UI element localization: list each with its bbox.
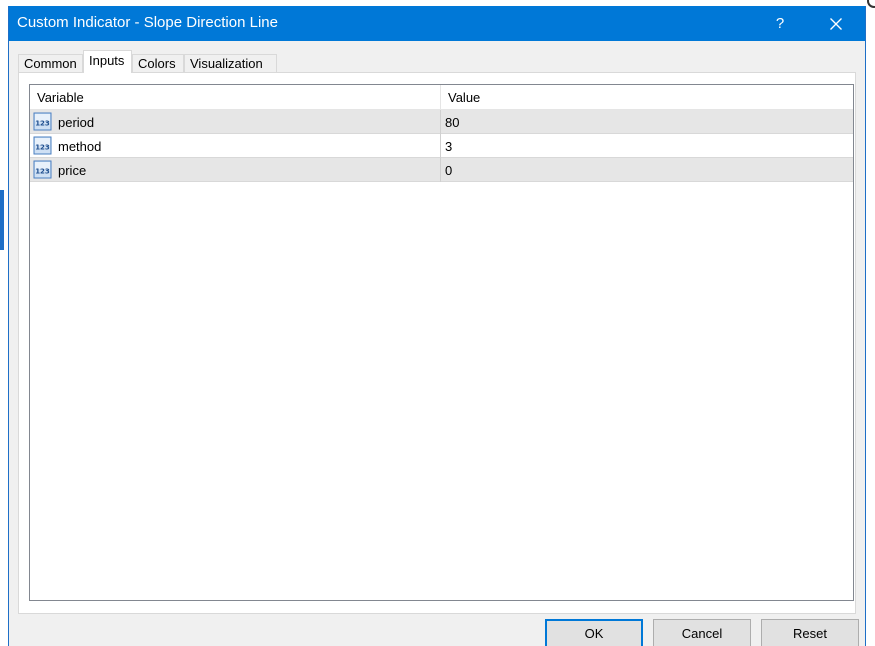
cancel-button-label: Cancel <box>681 626 723 641</box>
value-cell[interactable]: 80 <box>441 110 853 134</box>
tab-label: Colors <box>138 56 176 71</box>
variable-name: method <box>58 139 102 154</box>
reset-button-label: Reset <box>793 626 827 641</box>
variable-cell[interactable]: 123 method <box>30 134 441 158</box>
svg-text:123: 123 <box>35 144 50 152</box>
inputs-grid[interactable]: Variable Value 123 period 80 123 method … <box>29 84 854 601</box>
tab-visualization[interactable]: Visualization <box>184 54 277 72</box>
table-row[interactable]: 123 period 80 <box>30 110 853 134</box>
tab-label: Common <box>24 56 77 71</box>
tab-colors[interactable]: Colors <box>132 54 184 72</box>
variable-cell[interactable]: 123 price <box>30 158 441 182</box>
title-bar[interactable]: Custom Indicator - Slope Direction Line … <box>9 6 865 41</box>
grid-header: Variable Value <box>30 85 853 110</box>
value-cell[interactable]: 3 <box>441 134 853 158</box>
table-row[interactable]: 123 method 3 <box>30 134 853 158</box>
table-row[interactable]: 123 price 0 <box>30 158 853 182</box>
variable-name: price <box>58 163 87 178</box>
inputs-panel: Variable Value 123 period 80 123 method … <box>18 72 856 614</box>
tab-common[interactable]: Common <box>18 54 83 72</box>
tab-label: Visualization <box>190 56 263 71</box>
ok-button[interactable]: OK <box>545 619 643 646</box>
ok-button-label: OK <box>584 626 604 641</box>
variable-value: 80 <box>445 115 460 130</box>
column-header-label: Value <box>448 90 481 105</box>
numeric-123-icon: 123 <box>33 160 52 179</box>
numeric-123-icon: 123 <box>33 112 52 131</box>
close-button[interactable] <box>813 6 859 41</box>
variable-cell[interactable]: 123 period <box>30 110 441 134</box>
variable-value: 0 <box>445 163 453 178</box>
variable-value: 3 <box>445 139 453 154</box>
variable-name: period <box>58 115 95 130</box>
help-icon: ? <box>775 15 785 32</box>
background-window-edge <box>0 190 4 250</box>
numeric-123-icon: 123 <box>33 136 52 155</box>
help-button[interactable]: ? <box>757 6 803 41</box>
svg-text:123: 123 <box>35 120 50 128</box>
dialog-title: Custom Indicator - Slope Direction Line <box>17 14 278 31</box>
indicator-dialog: Custom Indicator - Slope Direction Line … <box>8 6 866 646</box>
cursor-icon <box>867 0 875 8</box>
cancel-button[interactable]: Cancel <box>653 619 751 646</box>
svg-text:123: 123 <box>35 168 50 176</box>
close-icon <box>830 18 842 30</box>
tab-label: Inputs <box>89 53 125 68</box>
column-header-variable[interactable]: Variable <box>30 85 441 109</box>
page: Custom Indicator - Slope Direction Line … <box>0 0 875 646</box>
reset-button[interactable]: Reset <box>761 619 859 646</box>
column-header-label: Variable <box>37 90 84 105</box>
tab-inputs[interactable]: Inputs <box>83 50 132 73</box>
value-cell[interactable]: 0 <box>441 158 853 182</box>
column-header-value[interactable]: Value <box>441 85 853 109</box>
